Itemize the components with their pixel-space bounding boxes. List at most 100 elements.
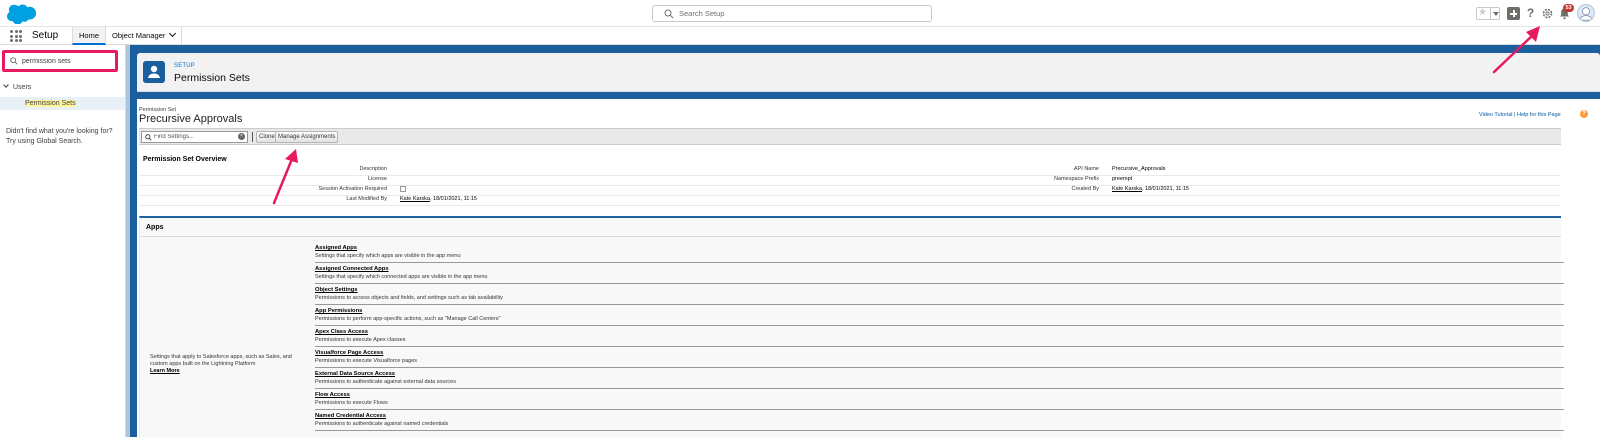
help-icon[interactable]: ? <box>1524 7 1537 20</box>
search-icon <box>10 57 18 65</box>
global-search[interactable] <box>652 5 932 22</box>
sidebar-item-label: Permission Sets <box>25 100 76 107</box>
gear-icon[interactable] <box>1541 7 1554 20</box>
quick-find-input[interactable] <box>22 55 112 67</box>
help-links[interactable]: Video Tutorial | Help for this Page <box>1479 112 1561 118</box>
field-value: Kate Karska, 18/01/2021, 11:15 <box>400 196 477 202</box>
tree-group-label: Users <box>13 84 32 91</box>
app-setting-desc: Permissions to execute Apex classes <box>315 337 406 343</box>
overview-row: Description API Name Precursive_Approval… <box>139 166 1561 176</box>
global-search-input[interactable] <box>679 7 919 20</box>
learn-more-link[interactable]: Learn More <box>150 368 180 374</box>
add-icon[interactable] <box>1507 7 1520 20</box>
divider <box>252 132 253 142</box>
page-title: Permission Sets <box>174 72 250 84</box>
app-setting-link[interactable]: App Permissions <box>315 308 362 314</box>
apps-description-text: Settings that apply to Salesforce apps, … <box>150 354 292 367</box>
user-avatar-icon <box>1579 7 1593 21</box>
app-setting-link[interactable]: Visualforce Page Access <box>315 350 383 356</box>
field-value: Precursive_Approvals <box>1112 166 1166 172</box>
app-setting-desc: Permissions to execute Visualforce pages <box>315 358 418 364</box>
field-label: Created By <box>1071 186 1099 192</box>
field-label: Last Modified By <box>346 196 387 202</box>
section-title: Apps <box>146 224 164 231</box>
created-date: , 18/01/2021, 11:15 <box>1141 186 1189 192</box>
list-item[interactable]: Object Settings Permissions to access obj… <box>315 285 1564 305</box>
favorites-star-icon[interactable]: ★ <box>1478 7 1487 18</box>
favorites-button[interactable]: ★ <box>1476 7 1500 20</box>
app-name: Setup <box>32 30 59 41</box>
field-label: API Name <box>1073 166 1099 172</box>
app-setting-link[interactable]: Assigned Connected Apps <box>315 266 389 272</box>
search-icon <box>145 134 152 141</box>
app-setting-link[interactable]: External Data Source Access <box>315 371 395 377</box>
setup-sidebar: Users Permission Sets Didn't find what y… <box>0 45 126 437</box>
detail-toolbar: × Clone Manage Assignments <box>139 128 1561 145</box>
list-item[interactable]: External Data Source Access Permissions t… <box>315 369 1564 389</box>
list-item[interactable]: Flow Access Permissions to execute Flows <box>315 390 1564 410</box>
app-setting-link[interactable]: Named Credential Access <box>315 413 386 419</box>
clear-icon[interactable]: × <box>238 133 245 140</box>
overview-row: Session Activation Required Created By K… <box>139 186 1561 196</box>
app-setting-desc: Permissions to perform app-specific acti… <box>315 316 501 322</box>
app-setting-desc: Permissions to access objects and fields… <box>315 295 504 301</box>
record-name: Precursive Approvals <box>139 113 243 125</box>
help-icon[interactable]: ? <box>1580 110 1588 118</box>
apps-section: Apps Settings that apply to Salesforce a… <box>139 216 1564 437</box>
divider <box>126 45 130 437</box>
list-item[interactable]: Assigned Apps Settings that specify which… <box>315 243 1564 263</box>
session-activation-checkbox <box>400 186 406 194</box>
list-item[interactable]: Apex Class Access Permissions to execute … <box>315 327 1564 347</box>
field-label: Namespace Prefix <box>1054 176 1099 182</box>
not-found-hint: Didn't find what you're looking for? Try… <box>6 128 113 145</box>
app-launcher-icon[interactable] <box>10 30 22 42</box>
notification-badge: 53 <box>1563 4 1574 12</box>
apps-description: Settings that apply to Salesforce apps, … <box>150 354 310 375</box>
find-settings-input[interactable] <box>154 132 234 142</box>
field-label: Description <box>359 166 387 172</box>
field-value: Kate Karska, 18/01/2021, 11:15 <box>1112 186 1189 192</box>
breadcrumb[interactable]: SETUP <box>174 63 195 69</box>
chevron-down-icon[interactable] <box>3 82 9 88</box>
favorites-dropdown-icon[interactable] <box>1490 8 1500 19</box>
list-item[interactable]: Visualforce Page Access Permissions to ex… <box>315 348 1564 368</box>
page-banner: SETUP Permission Sets <box>130 45 1600 99</box>
search-icon <box>664 9 674 19</box>
list-item[interactable]: Named Credential Access Permissions to au… <box>315 411 1564 431</box>
overview-title: Permission Set Overview <box>143 156 227 163</box>
tab-home-label: Home <box>79 31 100 40</box>
app-nav-bar: Setup Home Object Manager <box>0 27 1600 45</box>
app-setting-desc: Permissions to authenticate against name… <box>315 421 449 427</box>
setup-user-icon <box>143 61 165 83</box>
app-setting-desc: Permissions to authenticate against exte… <box>315 379 456 385</box>
salesforce-logo[interactable] <box>6 4 37 24</box>
field-value: preempt <box>1112 176 1133 182</box>
user-link[interactable]: Kate Karska <box>400 196 430 202</box>
avatar[interactable] <box>1577 4 1595 22</box>
quick-find-box[interactable] <box>2 50 118 72</box>
app-setting-desc: Settings that specify which connected ap… <box>315 274 488 280</box>
chevron-down-icon[interactable] <box>169 29 177 38</box>
sidebar-item-permission-sets[interactable]: Permission Sets <box>0 97 125 110</box>
permission-set-detail: Permission Set Precursive Approvals Vide… <box>137 99 1600 437</box>
user-link[interactable]: Kate Karska <box>1112 186 1142 192</box>
tab-object-manager[interactable]: Object Manager <box>106 27 183 45</box>
app-setting-link[interactable]: Flow Access <box>315 392 350 398</box>
page-header-card: SETUP Permission Sets <box>137 53 1600 92</box>
list-item[interactable]: Assigned Connected Apps Settings that spe… <box>315 264 1564 284</box>
find-settings-box[interactable]: × <box>141 131 248 143</box>
app-setting-link[interactable]: Apex Class Access <box>315 329 368 335</box>
modified-date: , 18/01/2021, 11:15 <box>429 196 477 202</box>
overview-row: License Namespace Prefix preempt <box>139 176 1561 186</box>
tab-object-manager-label: Object Manager <box>112 31 166 40</box>
app-setting-desc: Settings that specify which apps are vis… <box>315 253 461 259</box>
tab-home[interactable]: Home <box>72 27 107 45</box>
app-setting-link[interactable]: Object Settings <box>315 287 358 293</box>
tree-group-users[interactable]: Users <box>3 82 32 91</box>
field-label: License <box>368 176 387 182</box>
manage-assignments-button[interactable]: Manage Assignments <box>275 131 339 143</box>
app-setting-link[interactable]: Assigned Apps <box>315 245 357 251</box>
main-content-area: SETUP Permission Sets Permission Set Pre… <box>126 45 1600 437</box>
global-header: ★ ? 53 <box>0 0 1600 27</box>
list-item[interactable]: App Permissions Permissions to perform ap… <box>315 306 1564 326</box>
